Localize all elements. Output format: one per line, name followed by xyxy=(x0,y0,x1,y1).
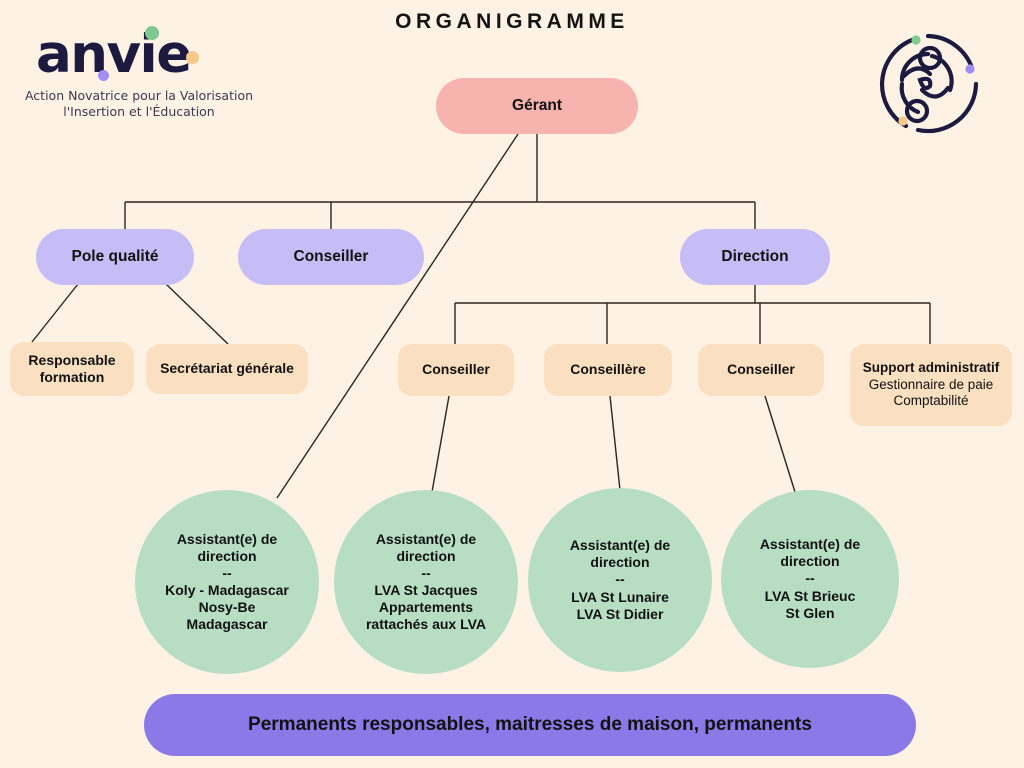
node-support-administratif-head: Support administratif xyxy=(862,360,1000,376)
edge-pole-secretariat xyxy=(165,283,229,345)
node-assistant-2-sep: -- xyxy=(421,564,431,581)
node-assistant-4-role2: direction xyxy=(780,553,840,570)
node-assistant-3-role2: direction xyxy=(590,554,650,571)
node-pole-qualite[interactable]: Pole qualité xyxy=(36,229,194,285)
node-assistant-4-label: Assistant(e) de direction -- LVA St Brie… xyxy=(752,536,868,621)
node-conseiller-1[interactable]: Conseiller xyxy=(398,344,514,396)
logo-dot-orange-icon xyxy=(186,51,199,64)
node-conseiller-2-label: Conseiller xyxy=(727,361,795,378)
node-assistant-2-line1: LVA St Jacques xyxy=(374,582,478,598)
organigramme-canvas: ORGANIGRAMME anvie Action Novatrice pour… xyxy=(0,0,1024,768)
node-manager-label: Gérant xyxy=(512,96,562,114)
node-assistant-3-label: Assistant(e) de direction -- LVA St Luna… xyxy=(562,537,678,622)
node-pole-qualite-label: Pole qualité xyxy=(71,247,159,265)
node-secretariat-generale-label: Secrétariat générale xyxy=(160,360,294,377)
emblem-dot-orange-icon xyxy=(898,116,908,126)
anvie-logo: anvie Action Novatrice pour la Valorisat… xyxy=(14,26,264,120)
node-support-administratif-label: Support administratif Gestionnaire de pa… xyxy=(855,360,1008,409)
node-conseiller-top-label: Conseiller xyxy=(293,247,369,265)
node-conseiller-2[interactable]: Conseiller xyxy=(698,344,824,396)
logo-dot-purple-icon xyxy=(98,70,109,81)
node-assistant-3-line1: LVA St Lunaire xyxy=(571,588,669,605)
node-support-administratif-line1: Gestionnaire de paie xyxy=(868,376,994,392)
node-secretariat-generale[interactable]: Secrétariat générale xyxy=(146,344,308,394)
emblem-inner-arc-left xyxy=(899,81,921,115)
node-assistant-2-line2: Appartements xyxy=(378,599,474,616)
edge-conseillere-assistant3 xyxy=(609,395,621,491)
node-assistant-4-line1: LVA St Brieuc xyxy=(764,587,856,604)
node-assistant-2[interactable]: Assistant(e) de direction -- LVA St Jacq… xyxy=(334,490,518,674)
node-footer-label: Permanents responsables, maitresses de m… xyxy=(248,714,812,736)
anvie-wordmark-mark: anvie xyxy=(36,26,251,84)
emblem-dot-purple-icon xyxy=(965,64,975,74)
node-conseillere-label: Conseillère xyxy=(570,361,646,378)
node-responsable-formation-line2: formation xyxy=(39,369,105,385)
emblem-inner-arc-right xyxy=(929,53,954,93)
edge-pole-responsable xyxy=(31,283,79,343)
node-assistant-2-role2: direction xyxy=(396,547,456,564)
node-responsable-formation-label: Responsable formation xyxy=(20,352,123,386)
node-direction[interactable]: Direction xyxy=(680,229,830,285)
logo-tagline-line2: l'Insertion et l'Éducation xyxy=(63,104,215,119)
emblem-outer-ring-arc1 xyxy=(925,33,975,71)
node-assistant-1-line1: Koly - Madagascar xyxy=(165,582,289,598)
node-assistant-1-role1: Assistant(e) de xyxy=(176,530,278,547)
node-conseiller-1-label: Conseiller xyxy=(422,361,490,378)
node-assistant-3-role1: Assistant(e) de xyxy=(569,537,671,554)
emblem-dot-green-icon xyxy=(911,35,921,45)
node-assistant-4-role1: Assistant(e) de xyxy=(759,536,861,553)
node-assistant-1-line2: Nosy-Be xyxy=(198,599,256,616)
node-responsable-formation-line1: Responsable xyxy=(28,351,116,368)
node-assistant-1-line3: Madagascar xyxy=(186,616,268,633)
edge-conseiller1-assistant2 xyxy=(431,395,450,493)
node-conseillere[interactable]: Conseillère xyxy=(544,344,672,396)
logo-tagline-line1: Action Novatrice pour la Valorisation xyxy=(24,88,254,103)
node-assistant-2-line3: rattachés aux LVA xyxy=(365,616,487,633)
node-assistant-2-label: Assistant(e) de direction -- LVA St Jacq… xyxy=(358,531,494,633)
node-support-administratif-line2: Comptabilité xyxy=(893,393,969,409)
emblem-inner-leaf xyxy=(917,76,933,91)
node-assistant-3[interactable]: Assistant(e) de direction -- LVA St Luna… xyxy=(528,488,712,672)
node-assistant-4[interactable]: Assistant(e) de direction -- LVA St Brie… xyxy=(721,490,899,668)
node-assistant-3-line2: LVA St Didier xyxy=(576,605,664,622)
logo-tagline: Action Novatrice pour la Valorisation l'… xyxy=(14,88,264,120)
node-assistant-2-role1: Assistant(e) de xyxy=(375,530,477,547)
node-footer-bar[interactable]: Permanents responsables, maitresses de m… xyxy=(144,694,916,756)
node-support-administratif[interactable]: Support administratif Gestionnaire de pa… xyxy=(850,344,1012,426)
anvie-wordmark-text: anvie xyxy=(36,24,192,85)
node-assistant-1[interactable]: Assistant(e) de direction -- Koly - Mada… xyxy=(135,490,319,674)
node-assistant-3-sep: -- xyxy=(615,571,625,588)
node-assistant-4-sep: -- xyxy=(805,570,815,587)
node-assistant-4-line2: St Glen xyxy=(785,604,835,621)
anvie-emblem-icon xyxy=(879,33,979,134)
node-assistant-1-label: Assistant(e) de direction -- Koly - Mada… xyxy=(157,531,297,633)
emblem-inner-swoosh-upper xyxy=(901,66,933,79)
edge-conseiller2-assistant4 xyxy=(764,395,796,493)
node-assistant-1-role2: direction xyxy=(197,547,257,564)
logo-dot-green-icon xyxy=(145,26,159,40)
node-responsable-formation[interactable]: Responsable formation xyxy=(10,342,134,396)
node-direction-label: Direction xyxy=(721,247,789,265)
node-conseiller-top[interactable]: Conseiller xyxy=(238,229,424,285)
edge-manager-assistant1 xyxy=(276,133,519,499)
node-manager[interactable]: Gérant xyxy=(436,78,638,134)
node-assistant-1-sep: -- xyxy=(222,564,232,581)
